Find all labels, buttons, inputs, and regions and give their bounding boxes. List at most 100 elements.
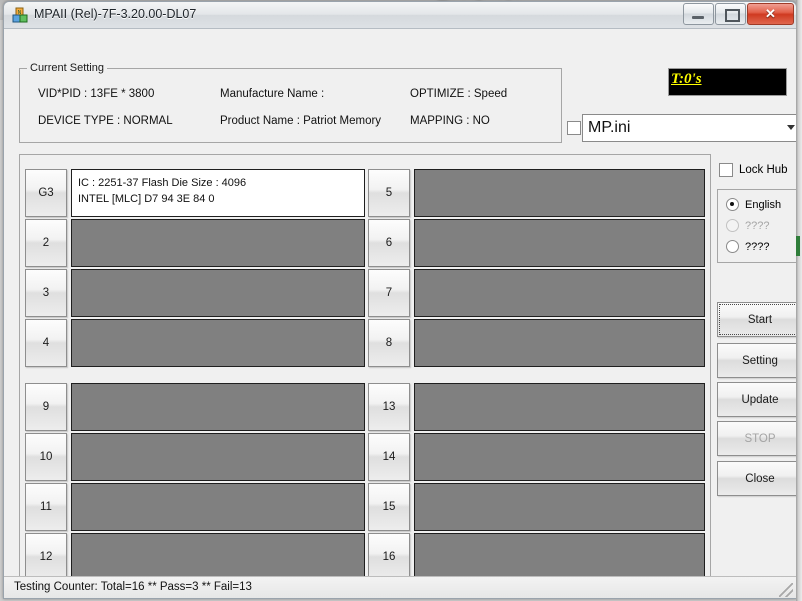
- slot-status-area-8: [414, 319, 705, 367]
- edge-accent-marker: [796, 236, 800, 256]
- slot-row: G3 IC : 2251-37 Flash Die Size : 4096 INTE…: [25, 169, 365, 217]
- start-button[interactable]: Start: [717, 302, 796, 337]
- slot-button-7[interactable]: 7: [368, 269, 410, 317]
- slot-button-g3[interactable]: G3: [25, 169, 67, 217]
- slot-status-area-9: [71, 383, 365, 431]
- slot-row: 5: [368, 169, 705, 217]
- slot-row: 8: [368, 319, 705, 367]
- current-setting-legend: Current Setting: [27, 62, 107, 74]
- slot-status-area-7: [414, 269, 705, 317]
- ini-checkbox[interactable]: [567, 121, 581, 135]
- window-title: MPAII (Rel)-7F-3.20.00-DL07: [34, 7, 197, 21]
- close-icon: ✕: [765, 6, 776, 21]
- radio-language-3-indicator: [726, 240, 739, 253]
- screenshot-root: Products Show N MPAII (Rel)-7F-3.20.00-D…: [0, 0, 802, 601]
- slot-row: 12: [25, 533, 365, 581]
- lock-hub-label: Lock Hub: [739, 164, 788, 176]
- slot-status-area-11: [71, 483, 365, 531]
- field-device-type: DEVICE TYPE : NORMAL: [38, 115, 173, 127]
- radio-language-2-indicator: [726, 219, 739, 232]
- field-manufacture-name: Manufacture Name :: [220, 88, 325, 100]
- slot-row: 7: [368, 269, 705, 317]
- slot-button-13[interactable]: 13: [368, 383, 410, 431]
- slot-row: 2: [25, 219, 365, 267]
- blocks-icon: N: [12, 7, 28, 23]
- slot-status-area-2: [71, 219, 365, 267]
- slot-grid-panel: G3 IC : 2251-37 Flash Die Size : 4096 INTE…: [19, 154, 711, 596]
- minimize-icon: [692, 16, 704, 19]
- slot-button-5[interactable]: 5: [368, 169, 410, 217]
- maximize-button[interactable]: [715, 3, 746, 25]
- field-vid-pid: VID*PID : 13FE * 3800: [38, 88, 155, 100]
- slot-info-line-2: INTEL [MLC] D7 94 3E 84 0: [78, 193, 215, 205]
- slot-row: 3: [25, 269, 365, 317]
- slot-button-15[interactable]: 15: [368, 483, 410, 531]
- window-right-edge: [796, 0, 802, 601]
- testing-counter-text: Testing Counter: Total=16 ** Pass=3 ** F…: [14, 581, 252, 593]
- field-mapping: MAPPING : NO: [410, 115, 490, 127]
- field-product-name: Product Name : Patriot Memory: [220, 115, 382, 127]
- resize-grip-icon[interactable]: [779, 583, 793, 597]
- slot-row: 15: [368, 483, 705, 531]
- slot-status-area-15: [414, 483, 705, 531]
- radio-language-3-label: ????: [745, 240, 770, 253]
- slot-status-area-5: [414, 169, 705, 217]
- application-window: N MPAII (Rel)-7F-3.20.00-DL07 ✕ Current …: [3, 1, 797, 599]
- lock-hub-checkbox[interactable]: [719, 163, 733, 177]
- slot-button-4[interactable]: 4: [25, 319, 67, 367]
- slot-row: 9: [25, 383, 365, 431]
- slot-button-2[interactable]: 2: [25, 219, 67, 267]
- timer-badge: T:0's: [668, 68, 787, 96]
- slot-row: 14: [368, 433, 705, 481]
- radio-language-2: ????: [726, 219, 769, 232]
- close-button[interactable]: ✕: [747, 3, 794, 25]
- ini-file-value: MP.ini: [588, 119, 631, 136]
- field-optimize: OPTIMIZE : Speed: [410, 88, 508, 100]
- radio-english-label: English: [745, 198, 782, 211]
- current-setting-group: Current Setting VID*PID : 13FE * 3800 Ma…: [19, 62, 562, 143]
- slot-button-12[interactable]: 12: [25, 533, 67, 581]
- chevron-down-icon: [787, 125, 795, 130]
- radio-english-indicator: [726, 198, 739, 211]
- slot-button-16[interactable]: 16: [368, 533, 410, 581]
- slot-row: 16: [368, 533, 705, 581]
- stop-button: STOP: [717, 421, 796, 456]
- slot-status-area-g3: IC : 2251-37 Flash Die Size : 4096 INTEL …: [71, 169, 365, 217]
- slot-status-area-12: [71, 533, 365, 581]
- update-button[interactable]: Update: [717, 382, 796, 417]
- slot-button-11[interactable]: 11: [25, 483, 67, 531]
- client-area: Current Setting VID*PID : 13FE * 3800 Ma…: [4, 29, 796, 598]
- timer-badge-text: T:0's: [671, 71, 702, 87]
- slot-row: 4: [25, 319, 365, 367]
- slot-row: 13: [368, 383, 705, 431]
- slot-status-area-13: [414, 383, 705, 431]
- slot-button-14[interactable]: 14: [368, 433, 410, 481]
- slot-status-area-3: [71, 269, 365, 317]
- ini-file-combobox[interactable]: MP.ini: [582, 114, 796, 142]
- slot-button-6[interactable]: 6: [368, 219, 410, 267]
- slot-button-3[interactable]: 3: [25, 269, 67, 317]
- lock-hub-row[interactable]: Lock Hub: [719, 163, 788, 177]
- minimize-button[interactable]: [683, 3, 714, 25]
- slot-status-area-4: [71, 319, 365, 367]
- maximize-icon: [725, 9, 740, 22]
- title-bar[interactable]: N MPAII (Rel)-7F-3.20.00-DL07 ✕: [4, 2, 796, 29]
- slot-status-area-16: [414, 533, 705, 581]
- slot-status-area-14: [414, 433, 705, 481]
- slot-button-10[interactable]: 10: [25, 433, 67, 481]
- close-action-button[interactable]: Close: [717, 461, 796, 496]
- slot-button-8[interactable]: 8: [368, 319, 410, 367]
- slot-info-line-1: IC : 2251-37 Flash Die Size : 4096: [78, 177, 247, 189]
- slot-row: 10: [25, 433, 365, 481]
- setting-button[interactable]: Setting: [717, 343, 796, 378]
- slot-status-area-6: [414, 219, 705, 267]
- language-group: English ???? ????: [717, 189, 796, 263]
- radio-language-3[interactable]: ????: [726, 240, 769, 253]
- slot-status-area-10: [71, 433, 365, 481]
- window-controls: ✕: [682, 3, 794, 25]
- radio-language-english[interactable]: English: [726, 198, 781, 211]
- radio-language-2-label: ????: [745, 219, 770, 232]
- slot-button-9[interactable]: 9: [25, 383, 67, 431]
- status-bar: Testing Counter: Total=16 ** Pass=3 ** F…: [4, 576, 796, 598]
- slot-row: 6: [368, 219, 705, 267]
